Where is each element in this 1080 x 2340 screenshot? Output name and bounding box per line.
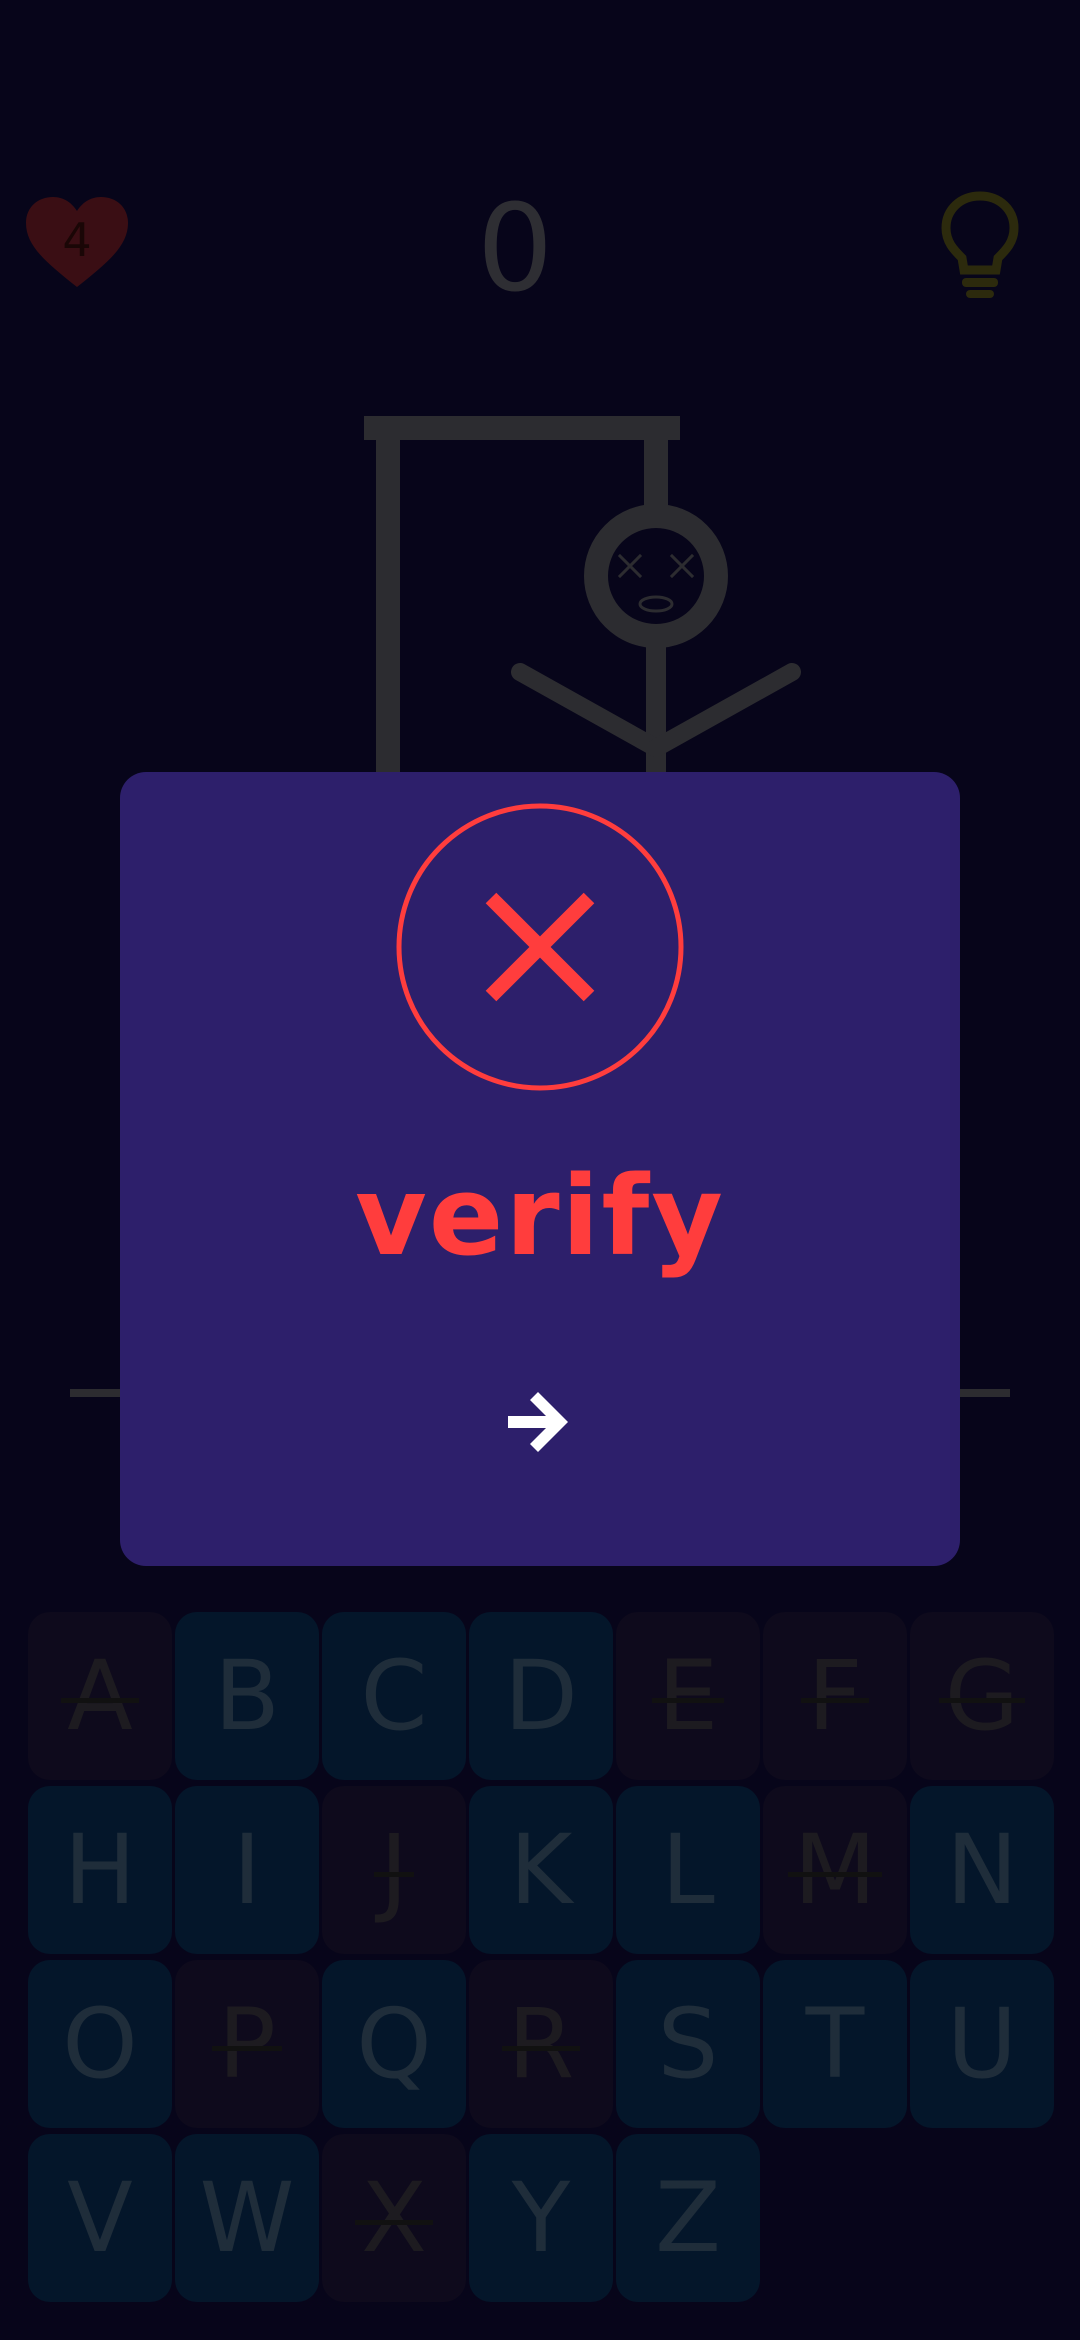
key-v[interactable]: V — [28, 2134, 172, 2302]
key-z[interactable]: Z — [616, 2134, 760, 2302]
key-label: Z — [655, 2162, 721, 2274]
key-d[interactable]: D — [469, 1612, 613, 1780]
key-label: T — [805, 1988, 865, 2100]
key-w[interactable]: W — [175, 2134, 319, 2302]
key-a: A — [28, 1612, 172, 1780]
key-h[interactable]: H — [28, 1786, 172, 1954]
key-label: H — [63, 1814, 137, 1926]
close-icon — [396, 803, 684, 1091]
key-label: F — [801, 1640, 869, 1752]
key-j: J — [322, 1786, 466, 1954]
key-label: C — [360, 1640, 428, 1752]
key-q[interactable]: Q — [322, 1960, 466, 2128]
arrow-right-icon — [508, 1392, 568, 1452]
key-label: K — [509, 1814, 573, 1926]
key-t[interactable]: T — [763, 1960, 907, 2128]
key-label: E — [651, 1640, 724, 1752]
hangman-left-arm — [511, 663, 665, 757]
key-label: V — [67, 2162, 133, 2274]
key-label: G — [938, 1640, 1026, 1752]
key-label: B — [214, 1640, 280, 1752]
key-o[interactable]: O — [28, 1960, 172, 2128]
key-g: G — [910, 1612, 1054, 1780]
key-k[interactable]: K — [469, 1786, 613, 1954]
key-s[interactable]: S — [616, 1960, 760, 2128]
key-label: N — [946, 1814, 1018, 1926]
hangman-head — [584, 504, 728, 648]
key-label: R — [501, 1988, 581, 2100]
key-f: F — [763, 1612, 907, 1780]
key-y[interactable]: Y — [469, 2134, 613, 2302]
fail-indicator — [395, 802, 685, 1092]
key-m: M — [763, 1786, 907, 1954]
key-c[interactable]: C — [322, 1612, 466, 1780]
key-label: W — [199, 2162, 295, 2274]
key-label: Q — [356, 1988, 432, 2100]
key-b[interactable]: B — [175, 1612, 319, 1780]
key-label: P — [212, 1988, 282, 2100]
key-label: X — [355, 2162, 433, 2274]
key-label: M — [787, 1814, 883, 1926]
key-u[interactable]: U — [910, 1960, 1054, 2128]
key-label: I — [232, 1814, 262, 1926]
key-label: L — [661, 1814, 715, 1926]
key-label: Y — [511, 2162, 571, 2274]
next-button[interactable] — [500, 1382, 580, 1462]
key-e: E — [616, 1612, 760, 1780]
game-over-dialog: verify — [120, 772, 960, 1566]
key-label: J — [373, 1814, 415, 1926]
key-n[interactable]: N — [910, 1786, 1054, 1954]
key-x: X — [322, 2134, 466, 2302]
hangman-right-arm — [647, 663, 801, 757]
key-r: R — [469, 1960, 613, 2128]
answer-word: verify — [355, 1152, 725, 1280]
key-label: O — [62, 1988, 138, 2100]
key-label: D — [504, 1640, 578, 1752]
key-label: U — [946, 1988, 1018, 2100]
key-i[interactable]: I — [175, 1786, 319, 1954]
key-label: S — [657, 1988, 719, 2100]
key-p: P — [175, 1960, 319, 2128]
key-l[interactable]: L — [616, 1786, 760, 1954]
key-label: A — [61, 1640, 139, 1752]
